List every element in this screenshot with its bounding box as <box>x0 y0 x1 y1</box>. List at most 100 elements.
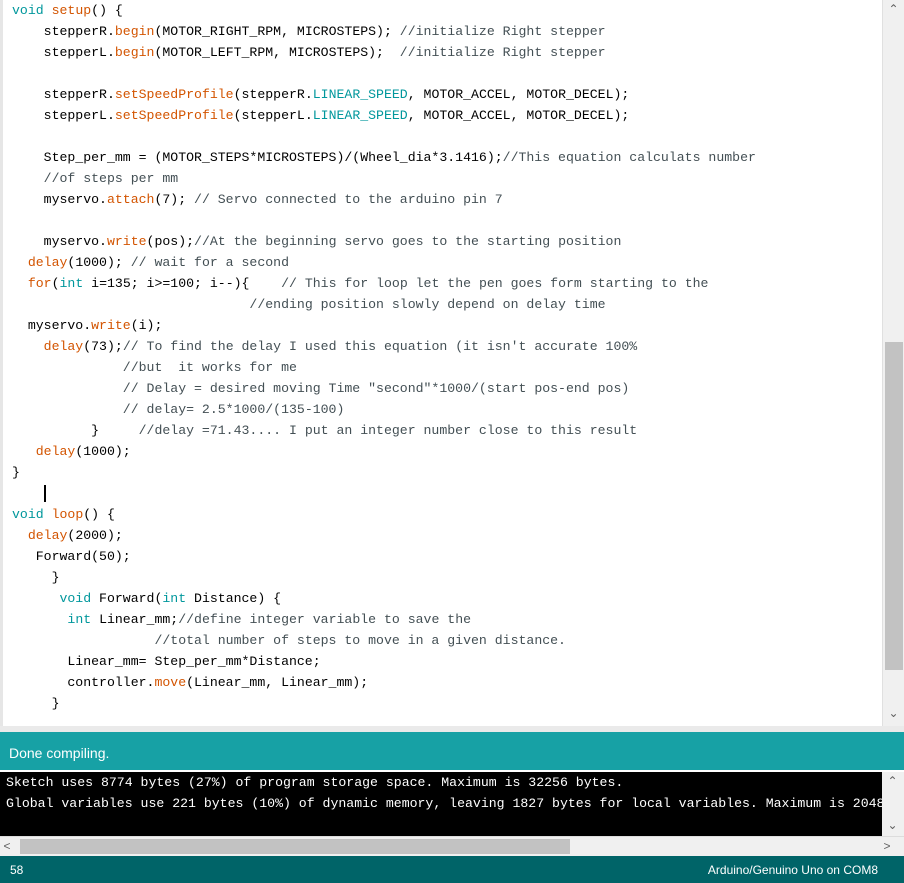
code-token: move <box>154 675 187 690</box>
text-caret <box>43 485 46 503</box>
code-token: myservo. <box>12 192 107 207</box>
code-line[interactable] <box>12 210 756 231</box>
code-line[interactable]: myservo.attach(7); // Servo connected to… <box>12 189 756 210</box>
scroll-down-icon[interactable]: ⌄ <box>883 704 904 722</box>
code-line[interactable]: //but it works for me <box>12 357 756 378</box>
code-token: // delay= 2.5*1000/(135-100) <box>122 402 345 417</box>
code-line[interactable]: myservo.write(i); <box>12 315 756 336</box>
code-token: LINEAR_SPEED <box>312 108 408 123</box>
code-line[interactable]: //total number of steps to move in a giv… <box>12 630 756 651</box>
code-token: //initialize Right stepper <box>399 45 606 60</box>
code-line[interactable]: delay(73);// To find the delay I used th… <box>12 336 756 357</box>
code-line[interactable]: Linear_mm= Step_per_mm*Distance; <box>12 651 756 672</box>
code-token: Linear_mm; <box>91 612 179 627</box>
code-token: myservo. <box>12 318 92 333</box>
code-token: } <box>12 465 20 480</box>
status-message: Done compiling. <box>9 745 110 761</box>
code-line[interactable]: stepperR.setSpeedProfile(stepperR.LINEAR… <box>12 84 756 105</box>
footer-bar: 58 Arduino/Genuino Uno on COM8 <box>0 856 904 883</box>
code-line[interactable]: delay(2000); <box>12 525 756 546</box>
code-token: setSpeedProfile <box>114 87 234 102</box>
code-token: void <box>59 591 92 606</box>
code-token: (MOTOR_LEFT_RPM, MICROSTEPS); <box>154 45 400 60</box>
editor-vertical-scrollbar[interactable]: ⌃ ⌄ <box>882 0 904 726</box>
code-token: stepperL. <box>12 108 115 123</box>
scroll-left-icon[interactable]: < <box>0 837 14 855</box>
line-number: 58 <box>10 863 24 877</box>
code-token: //of steps per mm <box>43 171 179 186</box>
code-line[interactable]: } <box>12 567 756 588</box>
code-token: controller. <box>12 675 155 690</box>
code-line[interactable]: void Forward(int Distance) { <box>12 588 756 609</box>
code-token: //ending position slowly depend on delay… <box>249 297 606 312</box>
code-token: delay <box>27 528 68 543</box>
code-line[interactable]: delay(1000); // wait for a second <box>12 252 756 273</box>
code-token: (1000); <box>67 255 131 270</box>
code-line[interactable]: delay(1000); <box>12 441 756 462</box>
code-line[interactable]: //of steps per mm <box>12 168 756 189</box>
code-token: (73); <box>83 339 123 354</box>
code-line[interactable]: // Delay = desired moving Time "second"*… <box>12 378 756 399</box>
console-scroll-up-icon[interactable]: ⌃ <box>882 772 903 790</box>
code-text[interactable]: void setup() { stepperR.begin(MOTOR_RIGH… <box>12 0 756 714</box>
code-token: void <box>12 507 44 522</box>
code-token: //define integer variable to save the <box>178 612 472 627</box>
code-line[interactable] <box>12 483 756 504</box>
code-token: // wait for a second <box>130 255 289 270</box>
code-editor[interactable]: void setup() { stepperR.begin(MOTOR_RIGH… <box>0 0 882 726</box>
code-line[interactable]: stepperR.begin(MOTOR_RIGHT_RPM, MICROSTE… <box>12 21 756 42</box>
code-line[interactable]: } //delay =71.43.... I put an integer nu… <box>12 420 756 441</box>
code-token: //total number of steps to move in a giv… <box>154 633 566 648</box>
code-line[interactable] <box>12 126 756 147</box>
code-line[interactable]: } <box>12 462 756 483</box>
code-token: , MOTOR_ACCEL, MOTOR_DECEL); <box>407 108 630 123</box>
code-line[interactable]: for(int i=135; i>=100; i--){ // This for… <box>12 273 756 294</box>
code-line[interactable] <box>12 63 756 84</box>
console-output: Sketch uses 8774 bytes (27%) of program … <box>0 770 904 836</box>
code-token: //delay =71.43.... I put an integer numb… <box>138 423 638 438</box>
editor-scroll-thumb[interactable] <box>885 342 903 670</box>
console-scroll-thumb[interactable] <box>20 839 570 854</box>
code-token: (7); <box>154 192 195 207</box>
console-vertical-scrollbar[interactable]: ⌃ ⌄ <box>882 772 904 836</box>
code-token: stepperL. <box>12 45 115 60</box>
code-line[interactable]: Step_per_mm = (MOTOR_STEPS*MICROSTEPS)/(… <box>12 147 756 168</box>
code-line[interactable]: //ending position slowly depend on delay… <box>12 294 756 315</box>
scroll-up-icon[interactable]: ⌃ <box>883 0 904 18</box>
code-token: // To find the delay I used this equatio… <box>122 339 638 354</box>
code-line[interactable]: // delay= 2.5*1000/(135-100) <box>12 399 756 420</box>
code-token: } <box>12 423 139 438</box>
code-token: //At the beginning servo goes to the sta… <box>194 234 622 249</box>
code-line[interactable]: void setup() { <box>12 0 756 21</box>
code-line[interactable]: } <box>12 693 756 714</box>
code-token: Forward( <box>91 591 163 606</box>
code-token: void <box>12 3 44 18</box>
console-scroll-down-icon[interactable]: ⌄ <box>882 816 903 834</box>
code-token: int <box>162 591 187 606</box>
code-token: setup <box>51 3 92 18</box>
code-token: (stepperR. <box>233 87 313 102</box>
code-line[interactable]: void loop() { <box>12 504 756 525</box>
console-text: Sketch uses 8774 bytes (27%) of program … <box>6 772 882 814</box>
code-token: stepperR. <box>12 87 115 102</box>
code-line[interactable]: controller.move(Linear_mm, Linear_mm); <box>12 672 756 693</box>
code-line[interactable]: myservo.write(pos);//At the beginning se… <box>12 231 756 252</box>
code-line[interactable]: stepperL.setSpeedProfile(stepperL.LINEAR… <box>12 105 756 126</box>
code-token: Step_per_mm = (MOTOR_STEPS*MICROSTEPS)/(… <box>12 150 503 165</box>
console-horizontal-scrollbar[interactable]: < > <box>0 836 904 856</box>
code-line[interactable]: Forward(50); <box>12 546 756 567</box>
code-line[interactable]: int Linear_mm;//define integer variable … <box>12 609 756 630</box>
code-line[interactable]: stepperL.begin(MOTOR_LEFT_RPM, MICROSTEP… <box>12 42 756 63</box>
code-token: (1000); <box>75 444 131 459</box>
code-token: } <box>12 570 60 585</box>
scroll-right-icon[interactable]: > <box>880 837 894 855</box>
code-token: int <box>67 612 92 627</box>
